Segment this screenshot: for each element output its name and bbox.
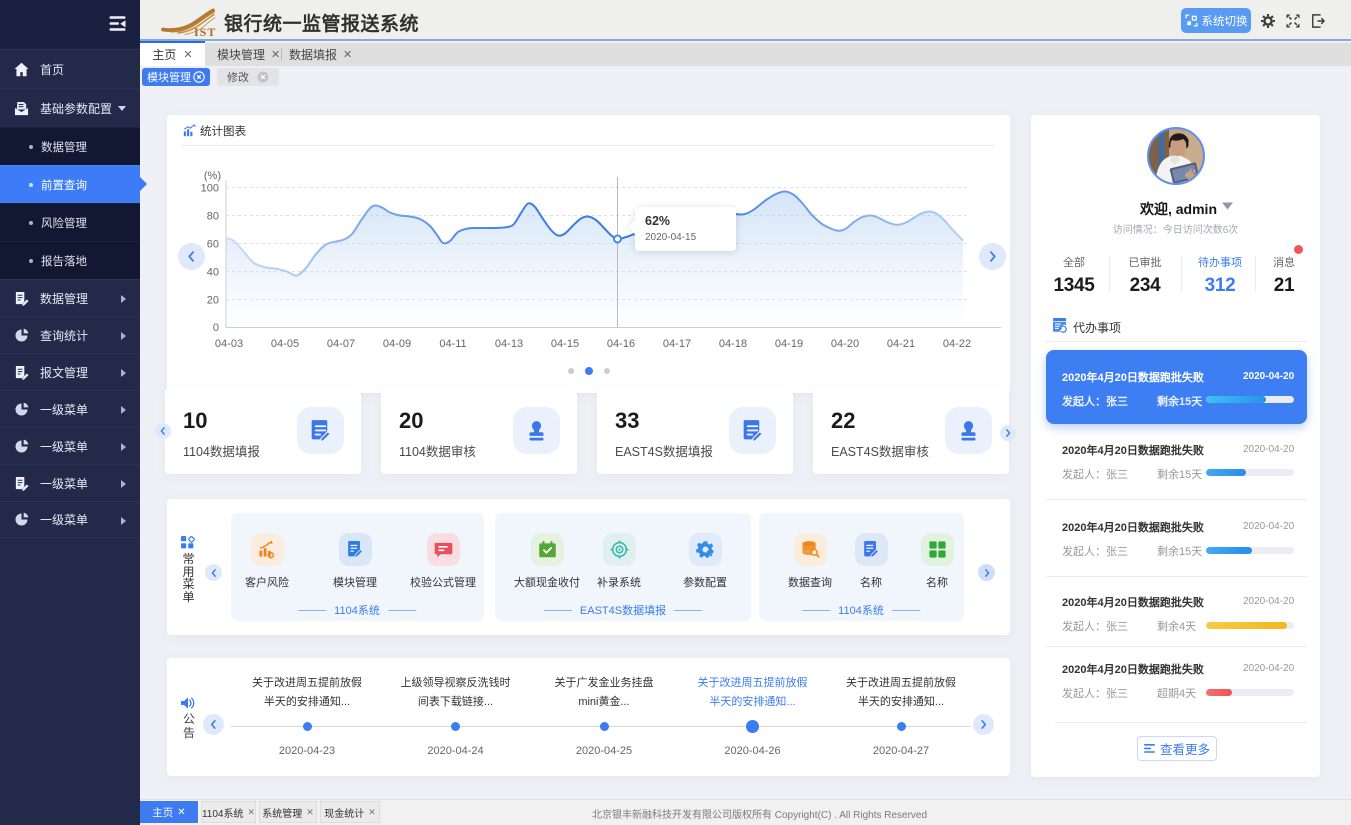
svg-text:20: 20 xyxy=(207,295,219,307)
svg-text:04-18: 04-18 xyxy=(719,338,747,350)
svg-text:04-21: 04-21 xyxy=(887,338,915,350)
svg-text:IST: IST xyxy=(194,25,216,37)
svg-text:40: 40 xyxy=(207,267,219,279)
svg-text:04-03: 04-03 xyxy=(215,338,243,350)
svg-text:04-22: 04-22 xyxy=(943,338,971,350)
svg-text:60: 60 xyxy=(207,239,219,251)
svg-text:04-19: 04-19 xyxy=(775,338,803,350)
svg-text:100: 100 xyxy=(201,183,219,195)
svg-text:04-09: 04-09 xyxy=(383,338,411,350)
svg-text:04-16: 04-16 xyxy=(607,338,635,350)
svg-text:04-05: 04-05 xyxy=(271,338,299,350)
svg-text:(%): (%) xyxy=(204,170,221,182)
svg-text:04-17: 04-17 xyxy=(663,338,691,350)
svg-text:04-11: 04-11 xyxy=(439,338,466,350)
svg-text:80: 80 xyxy=(207,211,219,223)
svg-text:04-07: 04-07 xyxy=(327,338,355,350)
svg-text:0: 0 xyxy=(213,322,219,334)
svg-text:04-13: 04-13 xyxy=(495,338,523,350)
svg-text:04-20: 04-20 xyxy=(831,338,859,350)
svg-text:04-15: 04-15 xyxy=(551,338,579,350)
